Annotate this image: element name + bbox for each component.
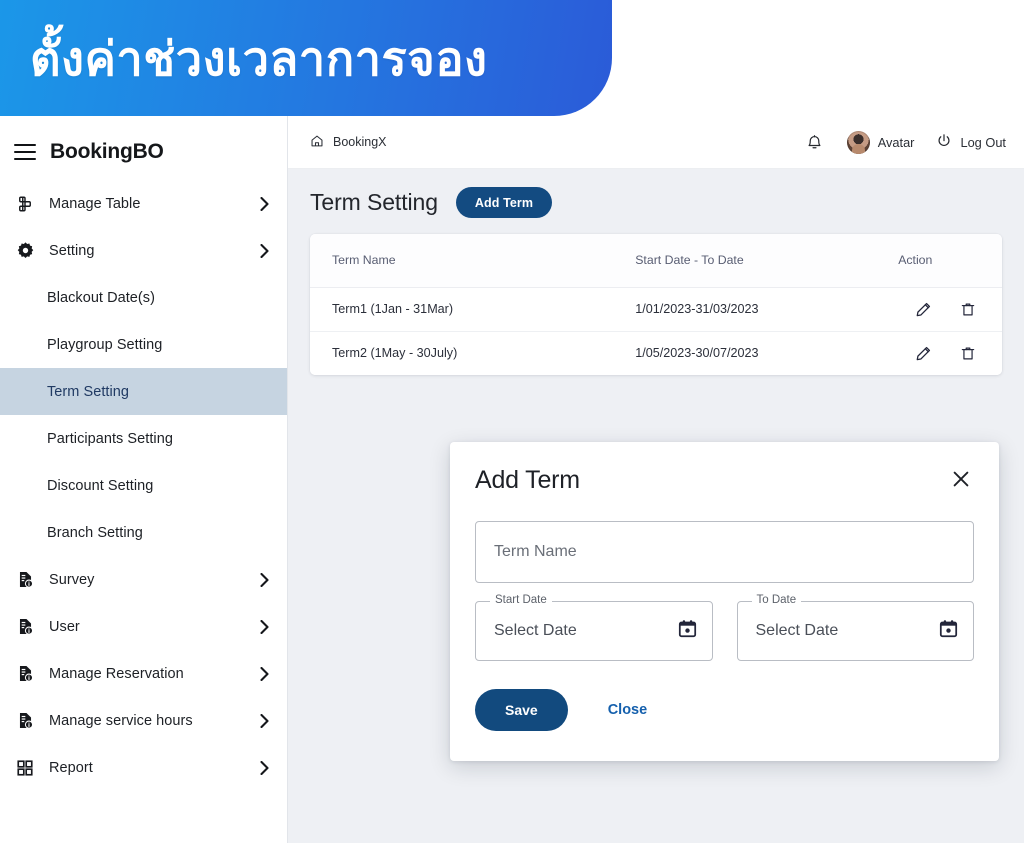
- sidebar-item-playgroup-setting[interactable]: Playgroup Setting: [0, 321, 287, 368]
- sidebar-item-label: User: [49, 618, 80, 635]
- logout-button[interactable]: Log Out: [936, 133, 1006, 152]
- title-banner: ตั้งค่าช่วงเวลาการจอง: [0, 0, 612, 116]
- start-date-value: Select Date: [494, 622, 577, 639]
- chevron-right-icon: [257, 760, 271, 775]
- power-icon: [936, 133, 952, 152]
- column-header-date-range: Start Date - To Date: [635, 234, 899, 288]
- page-title: Term Setting: [310, 189, 438, 215]
- chevron-right-icon: [257, 572, 271, 587]
- document-info-icon: [14, 663, 36, 685]
- sidebar-item-label: Survey: [49, 571, 95, 588]
- app-root: ตั้งค่าช่วงเวลาการจอง BookingBO Manage T…: [0, 0, 1024, 843]
- topbar: BookingX Avatar Log Out: [288, 116, 1024, 169]
- calendar-icon[interactable]: [677, 618, 698, 644]
- breadcrumb-label: BookingX: [333, 135, 387, 149]
- trash-icon[interactable]: [958, 299, 978, 319]
- sidebar-brand: BookingBO: [0, 124, 287, 180]
- breadcrumb[interactable]: BookingX: [310, 134, 387, 151]
- cell-term-name: Term1 (1Jan - 31Mar): [310, 287, 636, 332]
- logout-label: Log Out: [960, 134, 1006, 150]
- app-shell: BookingBO Manage Table Setting Blackout …: [0, 116, 1024, 843]
- hamburger-icon[interactable]: [14, 144, 36, 160]
- cell-date-range: 1/01/2023-31/03/2023: [635, 287, 899, 332]
- home-icon: [310, 134, 324, 151]
- table-row: Term2 (1May - 30July) 1/05/2023-30/07/20…: [310, 331, 1002, 375]
- term-name-input[interactable]: Term Name: [475, 521, 974, 583]
- pencil-icon[interactable]: [913, 343, 933, 363]
- document-info-icon: [14, 710, 36, 732]
- chevron-right-icon: [257, 196, 271, 211]
- calendar-icon[interactable]: [938, 618, 959, 644]
- sidebar-item-report[interactable]: Report: [0, 744, 287, 791]
- bell-icon[interactable]: [805, 132, 825, 152]
- document-info-icon: [14, 616, 36, 638]
- to-date-label: To Date: [751, 594, 802, 607]
- brand-name: BookingBO: [50, 140, 164, 163]
- banner-title: ตั้งค่าช่วงเวลาการจอง: [30, 31, 488, 85]
- cell-date-range: 1/05/2023-30/07/2023: [635, 331, 899, 375]
- term-table: Term Name Start Date - To Date Action Te…: [310, 234, 1002, 375]
- start-date-label: Start Date: [490, 594, 552, 607]
- grid-squares-icon: [14, 757, 36, 779]
- table-head: Term Name Start Date - To Date Action: [310, 234, 1002, 288]
- close-button[interactable]: Close: [608, 702, 648, 718]
- date-fields-row: Start Date Select Date To Date Select Da…: [475, 594, 974, 661]
- add-term-modal: Add Term Term Name Start Date Select Dat…: [450, 442, 999, 761]
- page-body: Term Setting Add Term Term Name Start Da…: [288, 169, 1024, 375]
- document-info-icon: [14, 569, 36, 591]
- term-table-card: Term Name Start Date - To Date Action Te…: [310, 234, 1002, 375]
- avatar-menu[interactable]: Avatar: [846, 130, 915, 154]
- add-term-button[interactable]: Add Term: [455, 187, 553, 218]
- column-header-action: Action: [898, 234, 1002, 288]
- sidebar-item-discount-setting[interactable]: Discount Setting: [0, 462, 287, 509]
- table-grid-icon: [14, 193, 36, 215]
- page-header: Term Setting Add Term: [310, 187, 1002, 218]
- save-button[interactable]: Save: [475, 689, 568, 731]
- sidebar-item-branch-setting[interactable]: Branch Setting: [0, 509, 287, 556]
- table-row: Term1 (1Jan - 31Mar) 1/01/2023-31/03/202…: [310, 287, 1002, 332]
- chevron-right-icon: [257, 666, 271, 681]
- chevron-right-icon: [257, 619, 271, 634]
- avatar-label: Avatar: [877, 134, 915, 150]
- main-content: BookingX Avatar Log Out Term Setting Add…: [288, 116, 1024, 843]
- modal-title: Add Term: [475, 466, 580, 494]
- column-header-term-name: Term Name: [310, 234, 636, 288]
- pencil-icon[interactable]: [913, 299, 933, 319]
- sidebar-item-setting[interactable]: Setting: [0, 227, 287, 274]
- modal-actions: Save Close: [475, 689, 974, 731]
- sidebar-item-label: Report: [49, 759, 93, 776]
- row-actions: [898, 343, 982, 363]
- modal-header: Add Term: [475, 466, 974, 495]
- sidebar-item-label: Setting: [49, 242, 95, 259]
- sidebar-item-user[interactable]: User: [0, 603, 287, 650]
- sidebar-item-label: Manage service hours: [49, 712, 193, 729]
- sidebar-item-manage-table[interactable]: Manage Table: [0, 180, 287, 227]
- sidebar-item-manage-reservation[interactable]: Manage Reservation: [0, 650, 287, 697]
- sidebar-item-term-setting[interactable]: Term Setting: [0, 368, 287, 415]
- cell-actions: [898, 287, 1002, 332]
- row-actions: [898, 299, 982, 319]
- sidebar-item-survey[interactable]: Survey: [0, 556, 287, 603]
- to-date-value: Select Date: [755, 622, 839, 639]
- trash-icon[interactable]: [958, 343, 978, 363]
- avatar: [846, 130, 870, 154]
- cell-term-name: Term2 (1May - 30July): [310, 331, 636, 375]
- gear-icon: [14, 240, 36, 262]
- sidebar-item-label: Manage Reservation: [49, 665, 184, 682]
- start-date-picker[interactable]: Start Date Select Date: [475, 594, 713, 661]
- close-x-icon[interactable]: [948, 466, 974, 492]
- sidebar: BookingBO Manage Table Setting Blackout …: [0, 116, 288, 843]
- sidebar-item-label: Manage Table: [49, 195, 141, 212]
- sidebar-item-participants-setting[interactable]: Participants Setting: [0, 415, 287, 462]
- table-body: Term1 (1Jan - 31Mar) 1/01/2023-31/03/202…: [310, 287, 1002, 375]
- to-date-picker[interactable]: To Date Select Date: [736, 594, 974, 661]
- cell-actions: [898, 331, 1002, 375]
- chevron-right-icon: [257, 713, 271, 728]
- sidebar-item-blackout-dates[interactable]: Blackout Date(s): [0, 274, 287, 321]
- topbar-actions: Avatar Log Out: [805, 130, 1006, 154]
- sidebar-item-manage-service-hours[interactable]: Manage service hours: [0, 697, 287, 744]
- chevron-right-icon: [257, 243, 271, 258]
- table-header-row: Term Name Start Date - To Date Action: [310, 234, 1002, 288]
